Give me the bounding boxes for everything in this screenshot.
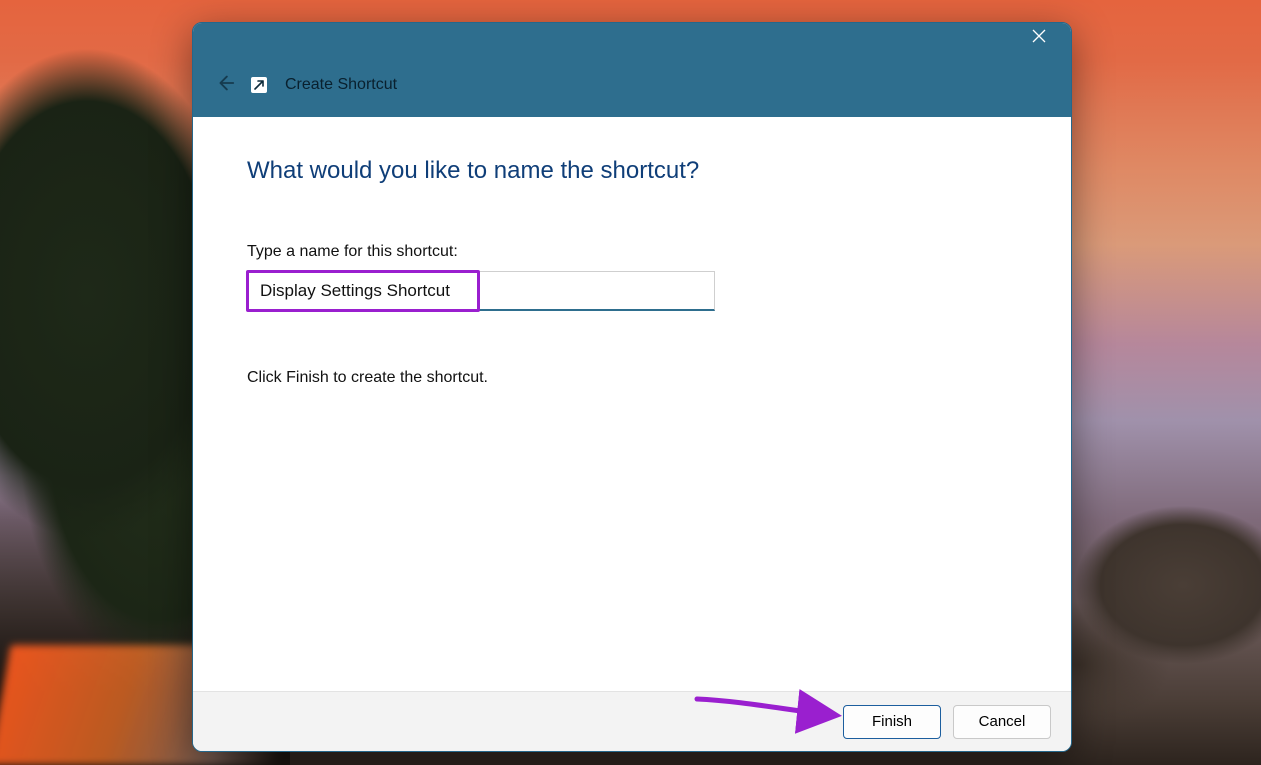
close-button[interactable]: [1017, 23, 1061, 53]
page-heading: What would you like to name the shortcut…: [247, 157, 1017, 185]
dialog-content: What would you like to name the shortcut…: [193, 117, 1071, 691]
dialog-navbar: Create Shortcut: [193, 53, 1071, 117]
close-icon: [1032, 29, 1046, 48]
shortcut-name-input[interactable]: [247, 271, 715, 311]
arrow-left-icon: [214, 72, 236, 99]
annotation-arrow: [693, 693, 843, 733]
dialog-footer: Finish Cancel: [193, 691, 1071, 751]
cancel-button[interactable]: Cancel: [953, 705, 1051, 739]
shortcut-overlay-icon: [249, 75, 269, 95]
nav-title: Create Shortcut: [285, 76, 397, 94]
create-shortcut-dialog: Create Shortcut What would you like to n…: [192, 22, 1072, 752]
shortcut-name-input-wrap: [247, 271, 715, 311]
desktop-background: Create Shortcut What would you like to n…: [0, 0, 1261, 765]
back-button[interactable]: [207, 67, 243, 103]
finish-button[interactable]: Finish: [843, 705, 941, 739]
instruction-text: Click Finish to create the shortcut.: [247, 369, 1017, 387]
shortcut-name-label: Type a name for this shortcut:: [247, 243, 1017, 261]
dialog-titlebar: [193, 23, 1071, 53]
